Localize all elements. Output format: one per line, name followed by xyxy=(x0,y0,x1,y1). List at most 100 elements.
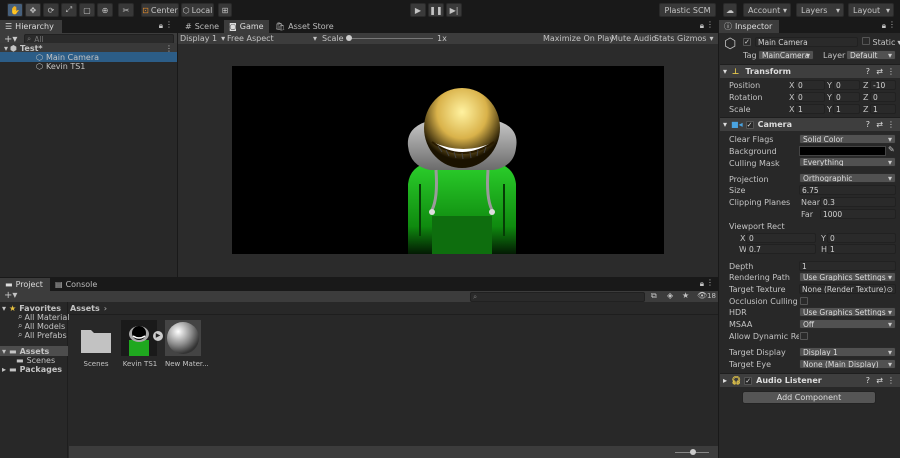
account-dropdown[interactable]: Account ▾ xyxy=(743,3,791,17)
checkbox[interactable] xyxy=(862,37,870,45)
lock-icon[interactable]: 🔒︎ xyxy=(700,21,704,31)
near-field[interactable]: 0.3 xyxy=(820,197,896,207)
checkbox[interactable] xyxy=(743,38,751,46)
project-search-input[interactable]: ⌕ xyxy=(470,292,645,302)
checkbox[interactable] xyxy=(744,376,753,385)
scale-slider-handle[interactable] xyxy=(346,35,352,41)
star-icon[interactable]: ★ xyxy=(682,291,689,300)
step-button[interactable]: ▶| xyxy=(446,3,462,17)
rendering-path-dropdown[interactable]: Use Graphics Settings xyxy=(799,272,896,282)
projection-dropdown[interactable]: Orthographic xyxy=(799,173,896,183)
menu-icon[interactable]: ⋮ xyxy=(706,278,714,287)
cloud-icon[interactable]: ☁ xyxy=(723,3,737,17)
asset-item-kevin[interactable]: Kevin TS1 xyxy=(121,320,159,372)
menu-icon[interactable]: ⋮ xyxy=(887,67,895,76)
object-name-field[interactable]: Main Camera xyxy=(755,37,858,47)
audio-listener-header[interactable]: ▸ 🎧︎ Audio Listener ? ⇄ ⋮ xyxy=(720,373,900,387)
menu-icon[interactable]: ⋮ xyxy=(887,120,895,129)
add-icon[interactable]: +▾ xyxy=(4,290,17,301)
viewport-x-field[interactable]: 0 xyxy=(746,233,816,243)
static-toggle[interactable]: Static ▾ xyxy=(862,37,900,47)
target-display-dropdown[interactable]: Display 1 xyxy=(799,347,896,357)
display-dropdown[interactable]: Display 1 ▾ xyxy=(180,33,225,44)
scale-x-field[interactable]: 1 xyxy=(795,104,825,114)
scale-tool-icon[interactable]: ⤢ xyxy=(61,3,77,17)
rect-tool-icon[interactable]: ▢ xyxy=(79,3,95,17)
menu-icon[interactable]: ⋮ xyxy=(165,20,173,29)
stats-toggle[interactable]: Stats xyxy=(654,33,674,44)
scale-y-field[interactable]: 1 xyxy=(833,104,860,114)
culling-mask-dropdown[interactable]: Everything xyxy=(799,157,896,167)
viewport-y-field[interactable]: 0 xyxy=(827,233,896,243)
pivot-local-button[interactable]: ⬡ Local xyxy=(181,3,214,17)
breadcrumb[interactable]: Assets › xyxy=(70,303,107,313)
clear-flags-dropdown[interactable]: Solid Color xyxy=(799,134,896,144)
far-field[interactable]: 1000 xyxy=(820,209,896,219)
pivot-center-button[interactable]: ⊡ Center xyxy=(141,3,179,17)
occlusion-culling-checkbox[interactable] xyxy=(800,297,808,305)
layers-dropdown[interactable]: Layers ▾ xyxy=(796,3,844,17)
menu-icon[interactable]: ⋮ xyxy=(887,376,895,385)
play-button[interactable]: ▶ xyxy=(410,3,426,17)
help-icon[interactable]: ? xyxy=(866,120,870,129)
asset-item-material[interactable]: New Mater... xyxy=(165,320,209,372)
tab-inspector[interactable]: ⓘ Inspector xyxy=(719,20,779,33)
hdr-dropdown[interactable]: Use Graphics Settings xyxy=(799,307,896,317)
maximize-on-play-toggle[interactable]: Maximize On Play xyxy=(543,33,614,44)
custom-tool-icon[interactable]: ✂ xyxy=(118,3,134,17)
help-icon[interactable]: ? xyxy=(866,376,870,385)
viewport-h-field[interactable]: 1 xyxy=(827,244,896,254)
position-y-field[interactable]: 0 xyxy=(833,80,860,90)
object-picker-icon[interactable]: ⊙ xyxy=(887,285,893,293)
transform-header[interactable]: ▾ ⊥ Transform ? ⇄ ⋮ xyxy=(720,64,900,78)
target-eye-dropdown[interactable]: None (Main Display) xyxy=(799,359,896,369)
move-tool-icon[interactable]: ✥ xyxy=(25,3,41,17)
grid-snap-icon[interactable]: ⊞ xyxy=(218,3,232,17)
layout-dropdown[interactable]: Layout ▾ xyxy=(848,3,894,17)
mute-audio-toggle[interactable]: Mute Audio xyxy=(611,33,656,44)
preset-icon[interactable]: ⇄ xyxy=(876,376,883,385)
lock-icon[interactable]: 🔒︎ xyxy=(700,279,704,289)
position-x-field[interactable]: 0 xyxy=(795,80,825,90)
depth-field[interactable]: 1 xyxy=(799,261,896,271)
visibility-icon[interactable]: 👁︎ xyxy=(697,291,707,300)
eyedropper-icon[interactable]: ✎ xyxy=(888,145,895,154)
background-color-field[interactable] xyxy=(799,146,886,156)
position-z-field[interactable]: -10 xyxy=(870,80,896,90)
dynamic-resolution-checkbox[interactable] xyxy=(800,332,808,340)
scale-slider-track[interactable] xyxy=(348,38,433,39)
pause-button[interactable]: ❚❚ xyxy=(428,3,444,17)
rotation-z-field[interactable]: 0 xyxy=(870,92,896,102)
camera-header[interactable]: ▾ ■◂ Camera ? ⇄ ⋮ xyxy=(720,117,900,131)
favorite-item[interactable]: ⌕ All Prefabs xyxy=(18,330,67,340)
msaa-dropdown[interactable]: Off xyxy=(799,319,896,329)
active-toggle[interactable] xyxy=(743,37,751,46)
tab-console[interactable]: ▤ Console xyxy=(50,278,102,291)
lock-icon[interactable]: 🔒︎ xyxy=(159,21,163,31)
scale-z-field[interactable]: 1 xyxy=(870,104,896,114)
rotation-y-field[interactable]: 0 xyxy=(833,92,860,102)
layer-dropdown[interactable]: Default xyxy=(846,50,896,60)
packages-folder-item[interactable]: ▸ ▬ Packages xyxy=(2,364,62,374)
checkbox[interactable] xyxy=(745,120,754,129)
preset-icon[interactable]: ⇄ xyxy=(876,120,883,129)
expand-sprite-icon[interactable]: ▶ xyxy=(153,331,163,341)
tab-game[interactable]: ◙ Game xyxy=(224,20,269,33)
size-field[interactable]: 6.75 xyxy=(799,185,896,195)
preset-icon[interactable]: ⇄ xyxy=(876,67,883,76)
filter-type-icon[interactable]: ⧉ xyxy=(651,291,657,301)
tab-asset-store[interactable]: 🛍︎ Asset Store xyxy=(270,20,339,33)
asset-item-scenes[interactable]: Scenes xyxy=(79,322,113,372)
transform-tool-icon[interactable]: ⊕ xyxy=(97,3,113,17)
menu-icon[interactable]: ⋮ xyxy=(888,20,896,29)
list-item[interactable]: ⬡ Kevin TS1 xyxy=(0,61,177,71)
help-icon[interactable]: ? xyxy=(866,67,870,76)
gizmos-dropdown[interactable]: Gizmos ▾ xyxy=(677,33,714,44)
game-viewport[interactable] xyxy=(232,66,664,254)
tab-scene[interactable]: # Scene xyxy=(180,20,224,33)
icon-size-slider-handle[interactable] xyxy=(690,449,696,455)
lock-icon[interactable]: 🔒︎ xyxy=(882,21,886,31)
label-icon[interactable]: ◈ xyxy=(667,291,673,300)
tag-dropdown[interactable]: MainCamera xyxy=(758,50,814,60)
add-component-button[interactable]: Add Component xyxy=(742,391,876,404)
